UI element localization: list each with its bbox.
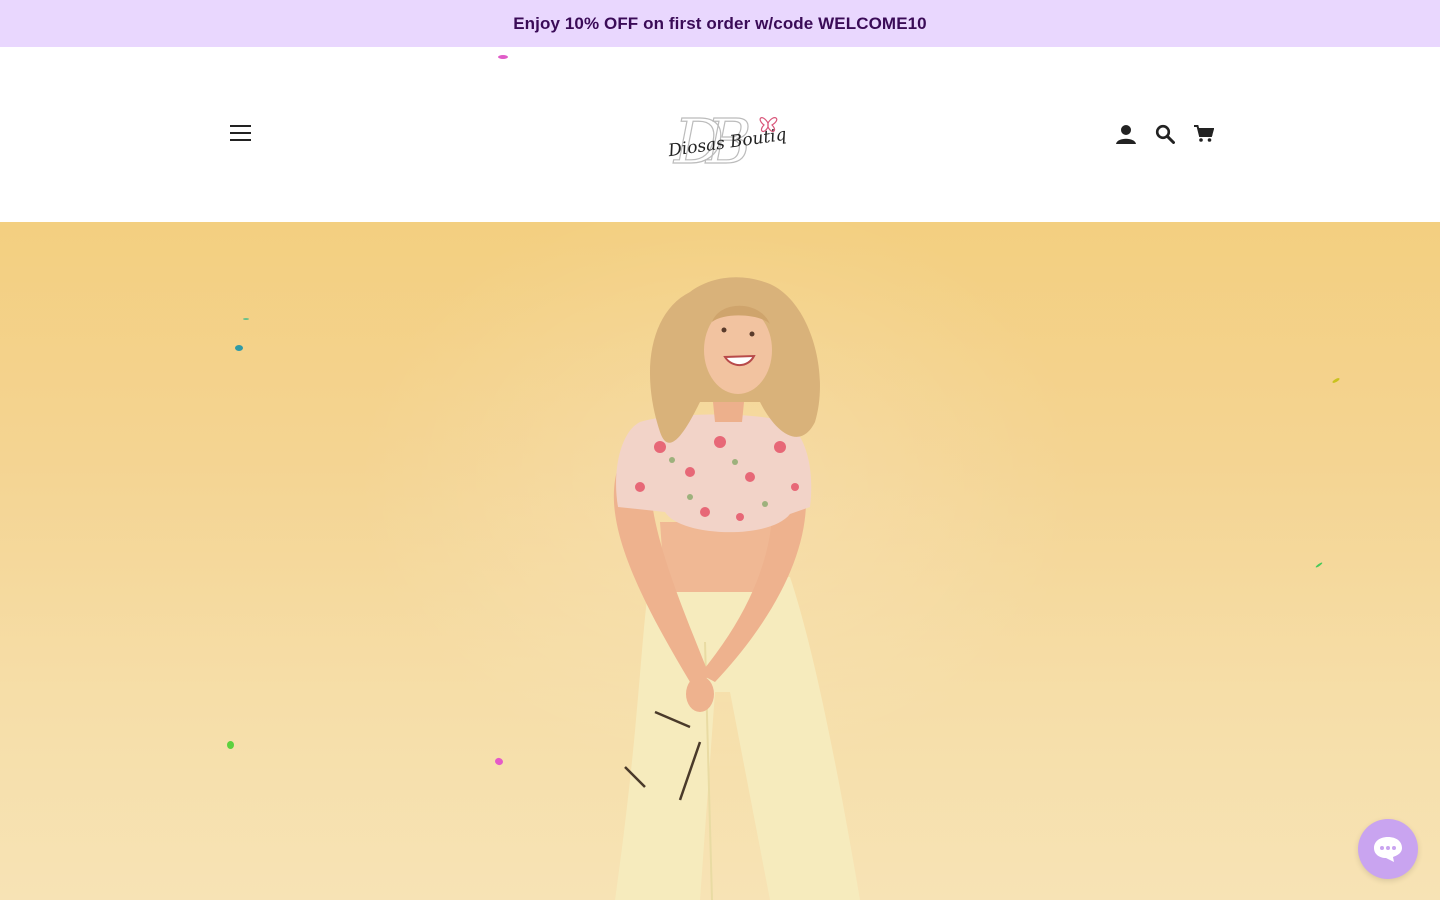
cart-icon[interactable] xyxy=(1191,121,1216,146)
confetti-piece xyxy=(498,55,508,59)
announcement-text: Enjoy 10% OFF on first order w/code WELC… xyxy=(513,13,927,33)
hero-image xyxy=(613,277,860,900)
account-icon[interactable] xyxy=(1113,121,1138,146)
site-logo[interactable]: D B Diosas Boutique xyxy=(660,101,809,178)
confetti-piece xyxy=(243,318,249,320)
hamburger-menu-icon[interactable] xyxy=(224,119,256,147)
confetti-piece xyxy=(227,741,234,749)
hero-banner[interactable] xyxy=(0,222,1440,900)
site-header: D B Diosas Boutique xyxy=(0,47,1440,222)
confetti-piece xyxy=(235,345,243,351)
chat-bubble-icon[interactable] xyxy=(1358,819,1418,879)
header-icons xyxy=(1113,121,1216,146)
search-icon[interactable] xyxy=(1152,121,1177,146)
announcement-bar: Enjoy 10% OFF on first order w/code WELC… xyxy=(0,0,1440,47)
